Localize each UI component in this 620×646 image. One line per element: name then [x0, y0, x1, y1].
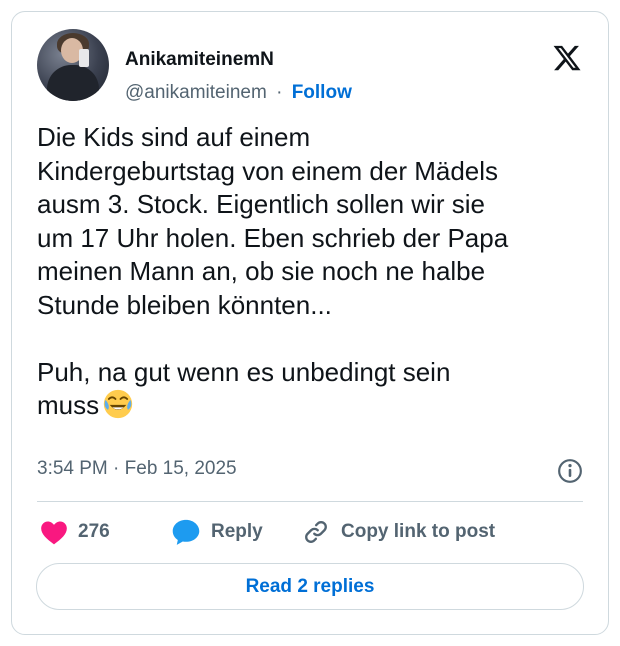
- face-with-tears-of-joy-icon: [103, 389, 133, 419]
- copy-link-label: Copy link to post: [341, 521, 496, 542]
- like-button[interactable]: 276: [40, 516, 110, 548]
- tweet-body: Die Kids sind auf einem Kindergeburtstag…: [37, 121, 597, 423]
- tweet-timestamp[interactable]: 3:54 PM · Feb 15, 2025: [37, 458, 237, 480]
- info-icon[interactable]: [557, 458, 583, 484]
- author-handle[interactable]: @anikamiteinem: [125, 82, 267, 103]
- author-display-name[interactable]: AnikamiteinemN: [125, 49, 274, 71]
- x-logo-icon[interactable]: [551, 43, 583, 73]
- like-count: 276: [78, 521, 110, 542]
- avatar[interactable]: [37, 29, 109, 101]
- action-bar: 276 Reply Copy link to post: [37, 516, 583, 548]
- reply-label: Reply: [211, 521, 263, 542]
- tweet-card: AnikamiteinemN @anikamiteinem · Follow D…: [11, 11, 609, 635]
- follow-link[interactable]: Follow: [292, 82, 352, 103]
- link-icon: [305, 521, 327, 543]
- copy-link-button[interactable]: Copy link to post: [301, 516, 495, 548]
- divider: [37, 501, 583, 502]
- reply-bubble-icon: [172, 519, 200, 545]
- tweet-text: Die Kids sind auf einem Kindergeburtstag…: [37, 122, 509, 420]
- read-replies-button[interactable]: Read 2 replies: [36, 563, 584, 610]
- separator-dot: ·: [276, 82, 283, 103]
- heart-icon: [41, 521, 67, 545]
- reply-button[interactable]: Reply: [171, 516, 263, 548]
- tweet-header: AnikamiteinemN @anikamiteinem · Follow: [37, 29, 583, 105]
- author-handle-row: @anikamiteinem · Follow: [125, 82, 352, 104]
